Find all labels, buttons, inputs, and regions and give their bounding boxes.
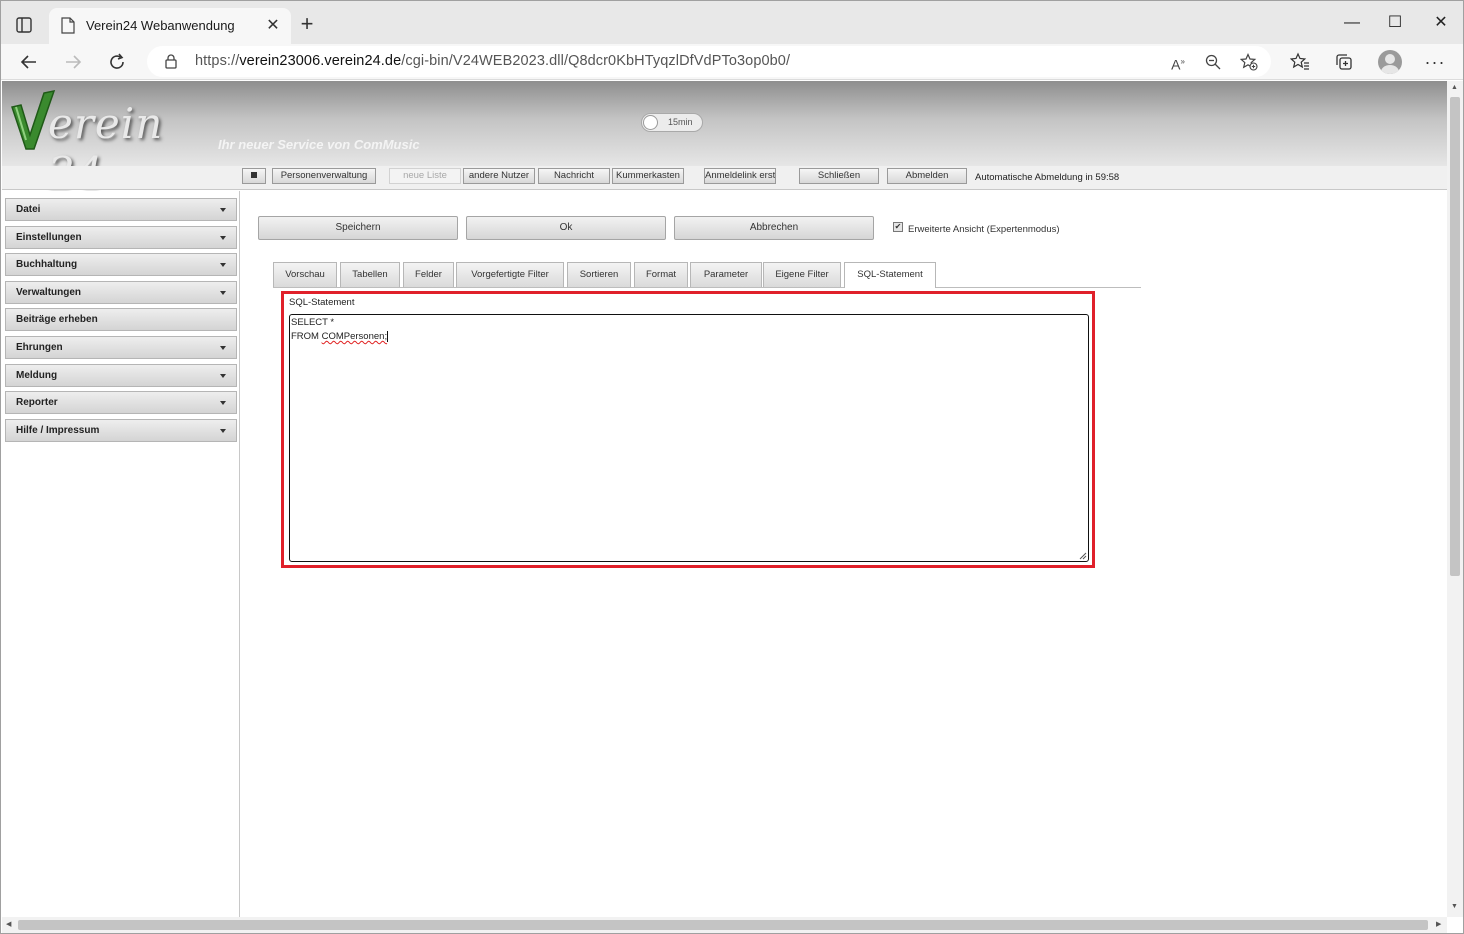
sidebar-item-beitraege-erheben[interactable]: Beiträge erheben xyxy=(5,308,237,331)
favorites-icon[interactable] xyxy=(1288,50,1312,74)
timer-label: 15min xyxy=(668,117,693,127)
profile-icon[interactable] xyxy=(1378,50,1402,74)
back-icon[interactable] xyxy=(15,48,43,76)
stop-button[interactable] xyxy=(242,168,266,184)
sidebar-item-verwaltungen[interactable]: Verwaltungen xyxy=(5,281,237,304)
refresh-icon[interactable] xyxy=(103,48,131,76)
scroll-up-icon[interactable]: ▲ xyxy=(1451,84,1458,91)
vertical-scroll-thumb[interactable] xyxy=(1450,97,1460,576)
tab-bar: Verein24 Webanwendung ✕ + — ☐ ✕ xyxy=(1,1,1463,44)
zoom-out-icon[interactable] xyxy=(1202,51,1224,73)
browser-tab[interactable]: Verein24 Webanwendung ✕ xyxy=(49,8,291,44)
resize-grip-icon[interactable] xyxy=(1079,552,1087,560)
spellcheck-word: COMPersonen; xyxy=(321,331,388,342)
app-header: erein 24 Ihr neuer Service von ComMusic … xyxy=(2,81,1447,197)
tab-parameter[interactable]: Parameter xyxy=(690,262,762,287)
editor-tabs: Vorschau Tabellen Felder Vorgefertigte F… xyxy=(273,262,1141,288)
andere-nutzer-button[interactable]: andere Nutzer xyxy=(463,168,535,184)
sidebar-menu: Datei Einstellungen Buchhaltung Verwaltu… xyxy=(2,191,240,917)
url-text[interactable]: https://verein23006.verein24.de/cgi-bin/… xyxy=(195,53,790,69)
tab-sql-statement[interactable]: SQL-Statement xyxy=(844,262,936,288)
verein24-logo: erein 24 xyxy=(8,85,188,197)
minimize-icon[interactable]: — xyxy=(1329,9,1375,37)
expert-mode-checkbox[interactable]: ✔ xyxy=(893,222,903,232)
cancel-button[interactable]: Abbrechen xyxy=(674,216,874,240)
caret-down-icon xyxy=(220,236,226,240)
tab-eigene-filter[interactable]: Eigene Filter xyxy=(763,262,841,287)
caret-down-icon xyxy=(220,208,226,212)
tab-vorschau[interactable]: Vorschau xyxy=(273,262,337,287)
caret-down-icon xyxy=(220,263,226,267)
tab-vorgefertigte-filter[interactable]: Vorgefertigte Filter xyxy=(456,262,564,287)
save-button[interactable]: Speichern xyxy=(258,216,458,240)
scroll-right-icon[interactable]: ▶ xyxy=(1436,920,1441,928)
more-icon[interactable]: ··· xyxy=(1423,50,1447,74)
caret-down-icon xyxy=(220,291,226,295)
tab-close-icon[interactable]: ✕ xyxy=(263,16,283,36)
new-tab-icon[interactable]: + xyxy=(295,13,319,37)
session-timer-toggle[interactable]: 15min xyxy=(641,113,703,132)
tab-title: Verein24 Webanwendung xyxy=(86,18,235,33)
tab-tabellen[interactable]: Tabellen xyxy=(340,262,400,287)
sql-statement-textarea[interactable]: SELECT * FROM COMPersonen; xyxy=(289,314,1089,562)
sidebar-item-ehrungen[interactable]: Ehrungen xyxy=(5,336,237,359)
tab-format[interactable]: Format xyxy=(634,262,688,287)
scroll-down-icon[interactable]: ▼ xyxy=(1451,903,1458,910)
web-page: erein 24 Ihr neuer Service von ComMusic … xyxy=(2,81,1447,917)
horizontal-scrollbar[interactable]: ◀ ▶ xyxy=(2,917,1447,933)
tab-sortieren[interactable]: Sortieren xyxy=(567,262,631,287)
expert-mode-label: Erweiterte Ansicht (Expertenmodus) xyxy=(908,224,1060,235)
toggle-knob xyxy=(643,115,658,130)
browser-window: Verein24 Webanwendung ✕ + — ☐ ✕ https://… xyxy=(0,0,1464,934)
horizontal-scroll-thumb[interactable] xyxy=(18,920,1428,930)
collections-icon[interactable] xyxy=(1332,50,1356,74)
sql-line-2: FROM COMPersonen; xyxy=(291,330,389,342)
slogan: Ihr neuer Service von ComMusic xyxy=(218,137,420,152)
sidebar-item-buchhaltung[interactable]: Buchhaltung xyxy=(5,253,237,276)
personenverwaltung-button[interactable]: Personenverwaltung xyxy=(272,168,376,184)
top-menu-bar: Personenverwaltung neue Liste andere Nut… xyxy=(2,166,1447,190)
auto-logout-countdown: Automatische Abmeldung in 59:58 xyxy=(975,172,1120,183)
address-bar[interactable]: https://verein23006.verein24.de/cgi-bin/… xyxy=(147,46,1271,77)
caret-down-icon xyxy=(220,401,226,405)
tab-felder[interactable]: Felder xyxy=(403,262,454,287)
page-icon xyxy=(61,17,75,39)
abmelden-button[interactable]: Abmelden xyxy=(887,168,967,184)
ok-button[interactable]: Ok xyxy=(466,216,666,240)
vertical-scrollbar[interactable]: ▲ ▼ xyxy=(1447,81,1463,917)
sidebar-item-hilfe-impressum[interactable]: Hilfe / Impressum xyxy=(5,419,237,442)
caret-down-icon xyxy=(220,346,226,350)
add-favorite-icon[interactable] xyxy=(1238,51,1260,73)
anmeldelink-button[interactable]: Anmeldelink erst xyxy=(704,168,776,184)
text-caret xyxy=(387,330,389,342)
sql-highlight-frame: SQL-Statement SELECT * FROM COMPersonen; xyxy=(281,291,1095,568)
close-window-icon[interactable]: ✕ xyxy=(1418,9,1464,37)
read-aloud-icon[interactable]: A» xyxy=(1167,51,1189,73)
sql-line-1: SELECT * xyxy=(291,317,335,328)
sidebar-item-einstellungen[interactable]: Einstellungen xyxy=(5,226,237,249)
scroll-left-icon[interactable]: ◀ xyxy=(6,920,11,928)
sidebar-item-meldung[interactable]: Meldung xyxy=(5,364,237,387)
caret-down-icon xyxy=(220,374,226,378)
caret-down-icon xyxy=(220,429,226,433)
forward-icon[interactable] xyxy=(59,48,87,76)
neue-liste-button[interactable]: neue Liste xyxy=(389,168,461,184)
sidebar-item-datei[interactable]: Datei xyxy=(5,198,237,221)
nachricht-button[interactable]: Nachricht xyxy=(538,168,610,184)
tab-actions-icon[interactable] xyxy=(13,14,35,36)
schliessen-button[interactable]: Schließen xyxy=(799,168,879,184)
kummerkasten-button[interactable]: Kummerkasten xyxy=(612,168,684,184)
square-icon xyxy=(251,172,257,179)
maximize-icon[interactable]: ☐ xyxy=(1372,9,1418,37)
sidebar-item-reporter[interactable]: Reporter xyxy=(5,391,237,414)
browser-toolbar: https://verein23006.verein24.de/cgi-bin/… xyxy=(1,44,1463,80)
sql-statement-label: SQL-Statement xyxy=(289,297,355,308)
lock-icon[interactable] xyxy=(165,54,177,74)
